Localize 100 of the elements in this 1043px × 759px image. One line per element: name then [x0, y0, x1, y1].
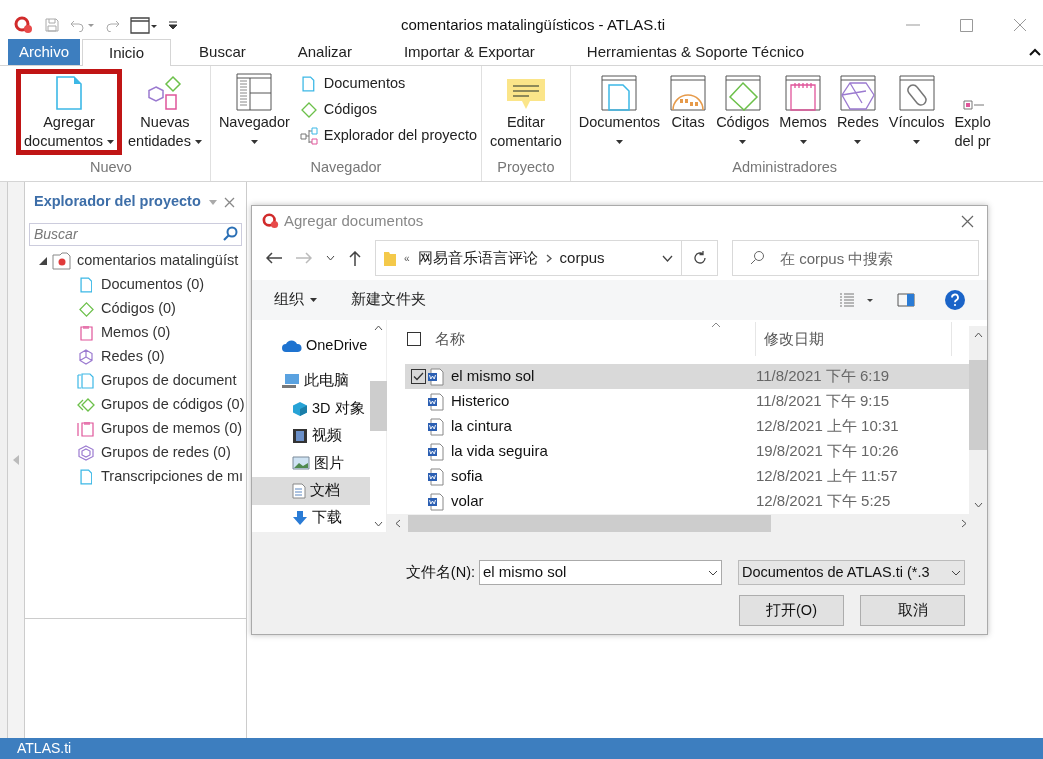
ribbon-button[interactable]: Nuevas entidades [124, 69, 206, 151]
scroll-up-icon[interactable] [973, 332, 983, 338]
ribbon-tab[interactable]: Inicio [82, 39, 172, 66]
folder-icon [384, 250, 396, 266]
scrollbar-thumb[interactable] [369, 381, 387, 431]
ribbon-button[interactable]: Vínculos [884, 69, 949, 151]
address-bar[interactable]: « 网易音乐语言评论 corpus [375, 240, 718, 276]
ribbon-small-button[interactable]: Códigos [299, 99, 477, 121]
file-row[interactable]: la cintura 12/8/2021 上午 10:31 [405, 414, 969, 439]
file-row[interactable]: volar 12/8/2021 下午 5:25 [405, 489, 969, 514]
nav-item[interactable]: 视频 [252, 422, 370, 450]
scrollbar-thumb[interactable] [408, 514, 771, 532]
checkmark-icon [413, 372, 424, 381]
file-row[interactable]: Histerico 11/8/2021 下午 9:15 [405, 389, 969, 414]
ribbon-tab[interactable]: Buscar [173, 39, 272, 65]
customize-toolbar-icon[interactable] [168, 20, 178, 30]
file-date: 12/8/2021 上午 11:57 [756, 466, 898, 487]
ribbon-small-button[interactable]: Documentos [299, 73, 477, 95]
tree-item[interactable]: Grupos de códigos (0) [101, 394, 245, 416]
ribbon-small-button[interactable]: Explorador del proyecto [299, 125, 477, 147]
tree-item[interactable]: Códigos (0) [101, 298, 176, 320]
ribbon-button[interactable]: Documentos [574, 69, 665, 151]
document-icon [302, 76, 316, 92]
select-all-checkbox[interactable] [407, 332, 421, 346]
scrollbar-thumb[interactable] [969, 360, 987, 450]
new-folder-button[interactable]: 新建文件夹 [351, 289, 426, 311]
close-icon[interactable] [223, 196, 235, 208]
ribbon-button[interactable]: Códigos [712, 69, 774, 151]
tree-item[interactable]: Transcripciones de mı [101, 466, 244, 488]
column-header[interactable]: 修改日期 [756, 327, 951, 351]
ribbon-button[interactable]: Editar comentario [486, 69, 566, 151]
ribbon-tab[interactable]: Herramientas & Soporte Técnico [560, 39, 831, 65]
tree-item[interactable]: Grupos de memos (0) [101, 418, 243, 440]
file-name: volar [451, 491, 485, 512]
tree-item[interactable]: comentarios matalingüíst [77, 250, 239, 272]
file-type-dropdown[interactable]: Documentos de ATLAS.ti (*.3 [738, 560, 965, 585]
scroll-left-icon[interactable] [395, 518, 401, 528]
nav-item[interactable]: 此电脑 [252, 367, 370, 395]
maximize-icon[interactable] [960, 18, 973, 32]
dialog-button[interactable]: 取消 [860, 595, 965, 626]
file-row[interactable]: sofia 12/8/2021 上午 11:57 [405, 464, 969, 489]
dialog-button[interactable]: 打开(O) [739, 595, 844, 626]
film-icon [292, 427, 308, 444]
tree-item[interactable]: Memos (0) [101, 322, 171, 344]
ribbon-button[interactable]: Explo del pr [950, 69, 995, 151]
ribbon-button[interactable]: Redes [832, 69, 883, 151]
expand-arrow-icon[interactable] [39, 257, 47, 265]
nav-item[interactable]: 下载 [252, 504, 370, 532]
tree-item[interactable]: Grupos de document [101, 370, 237, 392]
hexagon-group-icon [77, 445, 95, 461]
scroll-down-icon[interactable] [373, 521, 383, 527]
help-icon[interactable] [945, 290, 965, 310]
breadcrumb-item[interactable]: 网易音乐语言评论 [417, 246, 538, 270]
nav-item[interactable]: 文档 [252, 477, 370, 505]
tree-item[interactable]: Redes (0) [101, 346, 165, 368]
file-name: la vida seguira [451, 441, 549, 462]
nav-item[interactable]: 图片 [252, 449, 370, 478]
ribbon-tab[interactable]: Analizar [271, 39, 378, 65]
search-field[interactable]: Buscar [29, 222, 242, 246]
refresh-icon[interactable] [692, 251, 707, 265]
word-file-icon [428, 417, 444, 436]
ribbon-tab[interactable]: Archivo [8, 39, 81, 65]
nav-item[interactable]: OneDrive [252, 332, 370, 360]
file-row[interactable]: la vida seguira 19/8/2021 下午 10:26 [405, 439, 969, 464]
back-icon[interactable] [266, 252, 282, 264]
close-icon[interactable] [1013, 18, 1027, 32]
preview-pane-icon[interactable] [897, 293, 915, 307]
search-icon[interactable] [223, 226, 238, 241]
caret-icon[interactable] [708, 569, 718, 576]
nav-item[interactable]: 3D 对象 [252, 394, 370, 423]
row-checkbox[interactable] [411, 369, 426, 384]
breadcrumb-item[interactable]: corpus [559, 246, 605, 270]
explorer-icon [961, 97, 984, 111]
caret-icon[interactable] [662, 254, 673, 262]
tree-item[interactable]: Documentos (0) [101, 274, 205, 296]
scroll-down-icon[interactable] [973, 502, 983, 508]
file-date: 12/8/2021 上午 10:31 [756, 416, 899, 437]
close-icon[interactable] [961, 214, 974, 228]
collapse-ribbon-icon[interactable] [1029, 48, 1041, 56]
scroll-right-icon[interactable] [961, 518, 967, 528]
ribbon-button[interactable]: Memos [775, 69, 831, 151]
overflow-chevron[interactable]: « [404, 250, 410, 266]
scroll-up-icon[interactable] [373, 325, 383, 331]
search-field[interactable]: 在 corpus 中搜索 [732, 240, 979, 276]
column-header[interactable]: 名称 [435, 327, 755, 351]
filename-field[interactable]: el mismo sol [479, 560, 722, 585]
ribbon-button[interactable]: Citas [666, 69, 711, 132]
app-logo-icon [14, 16, 34, 34]
organize-button[interactable]: 组织 [274, 289, 317, 311]
tree-item[interactable]: Grupos de redes (0) [101, 442, 231, 464]
download-icon [292, 511, 308, 526]
window-layout-icon[interactable] [130, 16, 158, 34]
up-icon[interactable] [349, 250, 361, 266]
file-row[interactable]: el mismo sol 11/8/2021 下午 6:19 [405, 364, 969, 389]
ribbon-button[interactable]: Agregar documentos [16, 69, 122, 155]
caret-icon[interactable] [326, 255, 335, 261]
ribbon-button[interactable]: Navegador [214, 69, 294, 151]
ribbon-tab[interactable]: Importar & Exportar [377, 39, 561, 65]
file-date: 19/8/2021 下午 10:26 [756, 441, 899, 462]
word-file-icon [428, 467, 444, 486]
